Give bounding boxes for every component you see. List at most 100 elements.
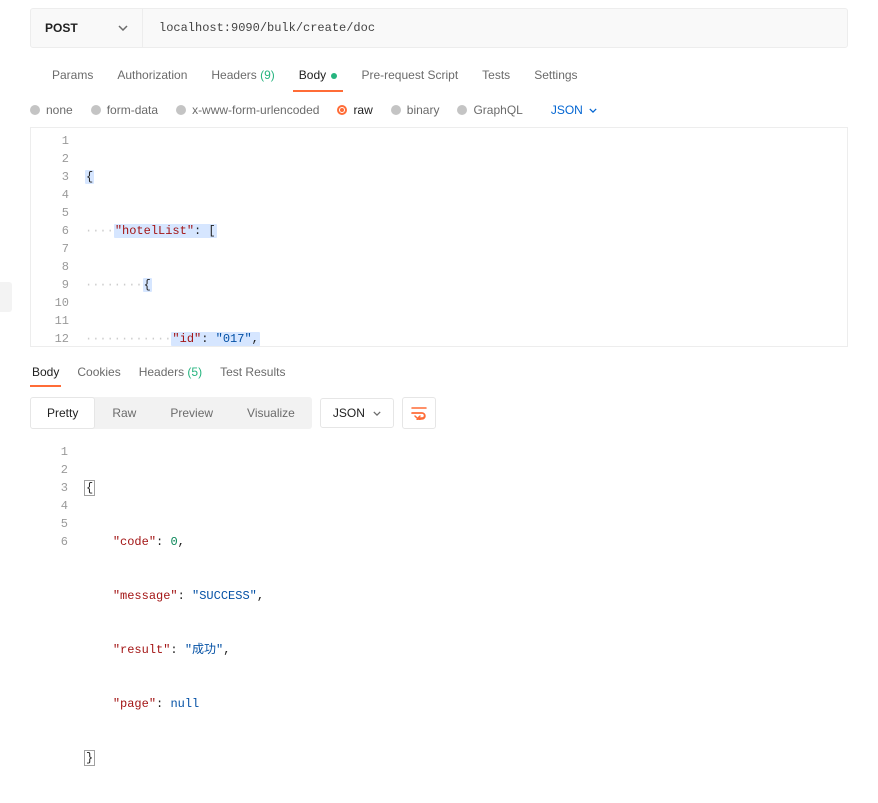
response-tab-cookies[interactable]: Cookies (75, 359, 122, 387)
code-area[interactable]: { ····"hotelList": [ ········{ ·········… (79, 128, 847, 346)
radio-label: raw (353, 103, 372, 117)
request-body-editor[interactable]: 1 2 3 4 5 6 7 8 9 10 11 12 { ····"hotelL… (30, 127, 848, 347)
radio-label: none (46, 103, 73, 117)
view-visualize-button[interactable]: Visualize (230, 397, 312, 429)
response-tab-headers[interactable]: Headers (5) (137, 359, 204, 387)
line-number: 3 (30, 479, 68, 497)
code-token: { (144, 278, 151, 292)
line-number: 4 (30, 497, 68, 515)
body-type-raw[interactable]: raw (337, 103, 372, 117)
code-token: : (201, 332, 215, 346)
chevron-down-icon (118, 25, 128, 31)
response-tab-headers-label: Headers (139, 365, 184, 379)
code-token: "page" (113, 697, 156, 711)
view-preview-button[interactable]: Preview (153, 397, 230, 429)
body-type-formdata[interactable]: form-data (91, 103, 158, 117)
radio-icon (337, 105, 347, 115)
request-url-bar: POST localhost:9090/bulk/create/doc (30, 8, 848, 48)
response-tab-body[interactable]: Body (30, 359, 61, 387)
wrap-text-icon (411, 406, 427, 420)
tab-headers-count: (9) (260, 68, 275, 82)
code-token: null (170, 697, 199, 711)
radio-label: form-data (107, 103, 158, 117)
code-token: : (156, 535, 170, 549)
code-token: : (170, 643, 184, 657)
code-token: : (178, 589, 192, 603)
tab-settings[interactable]: Settings (528, 60, 583, 92)
code-token: "SUCCESS" (192, 589, 257, 603)
code-token: , (178, 535, 185, 549)
code-token: "id" (172, 332, 201, 346)
line-number: 8 (31, 258, 69, 276)
code-token: "hotelList" (115, 224, 194, 238)
request-url-input[interactable]: localhost:9090/bulk/create/doc (143, 21, 847, 35)
code-token: } (84, 750, 95, 766)
body-content-type-value: JSON (551, 103, 583, 117)
request-tabs: Params Authorization Headers (9) Body Pr… (0, 48, 878, 93)
response-format-select[interactable]: JSON (320, 398, 394, 428)
line-number: 1 (31, 132, 69, 150)
response-tabs: Body Cookies Headers (5) Test Results (0, 347, 878, 387)
http-method-select[interactable]: POST (31, 9, 143, 47)
line-gutter: 1 2 3 4 5 6 7 8 9 10 11 12 (31, 128, 79, 346)
body-type-binary[interactable]: binary (391, 103, 440, 117)
line-number: 9 (31, 276, 69, 294)
view-pretty-button[interactable]: Pretty (30, 397, 95, 429)
code-token: "017" (216, 332, 252, 346)
response-body-viewer[interactable]: 1 2 3 4 5 6 { "code": 0, "message": "SUC… (30, 439, 848, 577)
code-token: : (156, 697, 170, 711)
radio-icon (91, 105, 101, 115)
tab-tests[interactable]: Tests (476, 60, 516, 92)
code-token: "result" (113, 643, 171, 657)
response-tab-headers-count: (5) (187, 365, 202, 379)
tab-body[interactable]: Body (293, 60, 344, 92)
response-view-mode: Pretty Raw Preview Visualize (30, 397, 312, 429)
radio-label: x-www-form-urlencoded (192, 103, 319, 117)
tab-params[interactable]: Params (46, 60, 99, 92)
body-type-none[interactable]: none (30, 103, 73, 117)
body-content-type-select[interactable]: JSON (551, 103, 597, 117)
tab-headers[interactable]: Headers (9) (205, 60, 280, 92)
line-number: 6 (30, 533, 68, 551)
line-number: 4 (31, 186, 69, 204)
response-toolbar: Pretty Raw Preview Visualize JSON (0, 387, 878, 439)
body-type-selector: none form-data x-www-form-urlencoded raw… (0, 93, 878, 127)
code-token: , (257, 589, 264, 603)
code-token: { (84, 480, 95, 496)
code-token: "message" (113, 589, 178, 603)
line-number: 11 (31, 312, 69, 330)
line-number: 7 (31, 240, 69, 258)
line-number: 2 (30, 461, 68, 479)
code-token: , (223, 643, 230, 657)
code-token: , (252, 332, 259, 346)
tab-authorization[interactable]: Authorization (111, 60, 193, 92)
code-token: "成功" (185, 643, 223, 657)
line-number: 12 (31, 330, 69, 347)
radio-label: binary (407, 103, 440, 117)
line-gutter: 1 2 3 4 5 6 (30, 439, 78, 577)
line-number: 5 (31, 204, 69, 222)
response-tab-testresults[interactable]: Test Results (218, 359, 287, 387)
code-token: : [ (194, 224, 216, 238)
http-method-value: POST (45, 21, 78, 35)
line-number: 3 (31, 168, 69, 186)
radio-icon (457, 105, 467, 115)
line-number: 1 (30, 443, 68, 461)
chevron-down-icon (373, 411, 381, 416)
line-number: 10 (31, 294, 69, 312)
tab-prerequest-script[interactable]: Pre-request Script (355, 60, 464, 92)
code-token: 0 (170, 535, 177, 549)
body-type-graphql[interactable]: GraphQL (457, 103, 522, 117)
body-changed-indicator-icon (331, 73, 337, 79)
wrap-lines-button[interactable] (402, 397, 436, 429)
view-raw-button[interactable]: Raw (95, 397, 153, 429)
code-area[interactable]: { "code": 0, "message": "SUCCESS", "resu… (78, 439, 848, 577)
line-number: 6 (31, 222, 69, 240)
sidebar-collapse-handle[interactable] (0, 282, 12, 312)
line-number: 5 (30, 515, 68, 533)
radio-icon (391, 105, 401, 115)
tab-headers-label: Headers (211, 68, 256, 82)
body-type-urlencoded[interactable]: x-www-form-urlencoded (176, 103, 319, 117)
radio-icon (30, 105, 40, 115)
tab-body-label: Body (299, 68, 326, 82)
